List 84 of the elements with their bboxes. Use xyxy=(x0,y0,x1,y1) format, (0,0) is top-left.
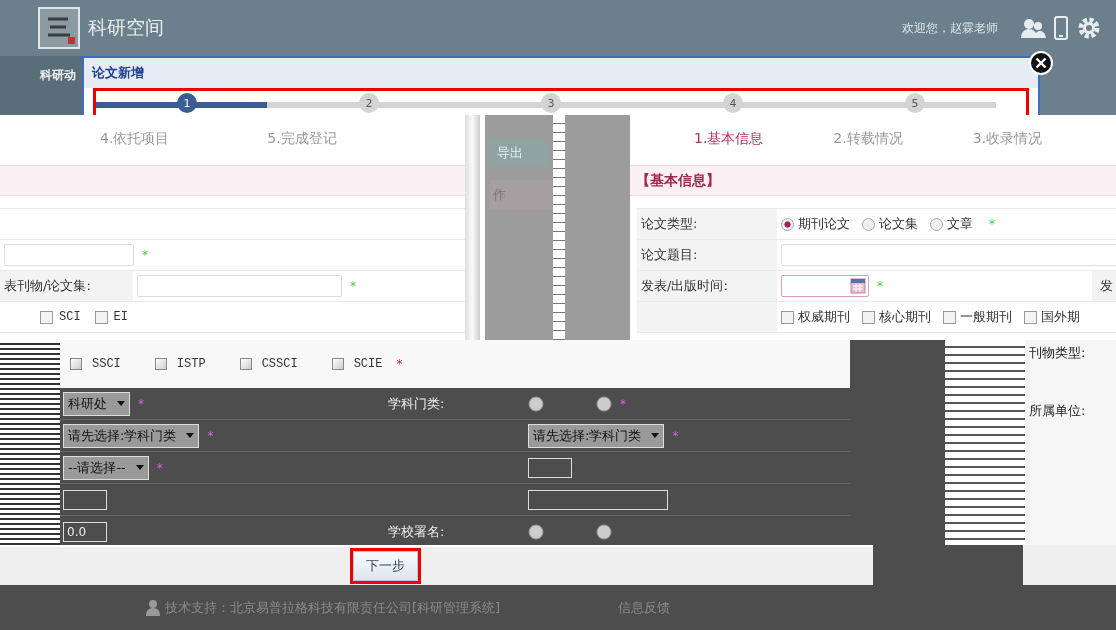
support-icon xyxy=(145,598,161,617)
field-label: 论文类型: xyxy=(637,209,777,239)
step-tab[interactable]: 2.转载情况 xyxy=(833,130,903,148)
required-mark: * xyxy=(396,357,403,371)
date-field[interactable] xyxy=(781,275,869,297)
checkbox[interactable] xyxy=(1024,310,1037,324)
field-label: 所属单位: xyxy=(1029,402,1087,420)
radio-label: 期刊论文 xyxy=(798,215,850,233)
field-label: 学校署名: xyxy=(388,522,445,541)
radio-icon[interactable] xyxy=(528,395,544,412)
checkbox-label: SCI xyxy=(59,310,81,324)
step-marker[interactable]: 2 xyxy=(359,93,379,113)
radio-label: 文章 xyxy=(947,215,973,233)
select-dropdown[interactable]: 科研处 xyxy=(63,391,130,416)
checkbox[interactable] xyxy=(94,310,108,324)
radio-icon[interactable] xyxy=(528,523,544,540)
app-title: 科研空间 xyxy=(88,15,164,40)
checkbox-label: CSSCI xyxy=(261,357,298,371)
field-label: 发表/出版时间: xyxy=(637,271,777,301)
users-icon[interactable] xyxy=(1020,17,1046,39)
step-tab[interactable]: 1.基本信息 xyxy=(694,130,764,148)
next-step-button[interactable]: 下一步 xyxy=(350,548,421,584)
settings-icon[interactable] xyxy=(1076,15,1102,41)
phone-icon[interactable] xyxy=(1054,16,1068,40)
text-field[interactable] xyxy=(137,275,342,297)
required-mark: * xyxy=(350,279,356,293)
checkbox[interactable] xyxy=(331,358,344,370)
radio-icon[interactable] xyxy=(596,395,612,412)
radio-label: 论文集 xyxy=(879,215,918,233)
checkbox-label: 国外期 xyxy=(1041,308,1080,326)
select-dropdown[interactable]: --请选择-- xyxy=(63,455,149,480)
required-mark: * xyxy=(138,396,144,411)
checkbox-label: SCIE xyxy=(353,357,383,371)
text-field[interactable] xyxy=(63,489,107,510)
checkbox-label: ISTP xyxy=(176,357,206,371)
radio-button[interactable] xyxy=(781,217,794,231)
required-mark: * xyxy=(672,428,679,443)
nav-item[interactable]: 科研动 xyxy=(40,67,76,84)
text-field[interactable] xyxy=(781,244,1116,266)
text-field[interactable]: 0.0 xyxy=(63,521,107,542)
field-label: 论文题目: xyxy=(637,240,777,270)
checkbox[interactable] xyxy=(862,310,875,324)
radio-icon[interactable] xyxy=(596,523,612,540)
checkbox-label: EI xyxy=(113,310,128,324)
section-title: 【基本信息】 xyxy=(636,171,720,190)
required-mark: * xyxy=(620,396,626,411)
logo-icon xyxy=(38,7,80,49)
checkbox[interactable] xyxy=(943,310,956,324)
select-dropdown[interactable]: 请先选择:学科门类 xyxy=(63,423,200,448)
checkbox[interactable] xyxy=(154,358,167,370)
welcome-text: 欢迎您，赵霖老师 xyxy=(902,19,998,37)
radio-button[interactable] xyxy=(930,217,943,231)
dialog-title: 论文新增 xyxy=(92,64,144,82)
step-tab[interactable]: 5.完成登记 xyxy=(267,130,337,148)
text-field[interactable] xyxy=(4,244,134,266)
field-label: 学科门类: xyxy=(388,394,445,413)
required-mark: * xyxy=(207,428,214,443)
step-tab[interactable]: 4.依托项目 xyxy=(100,130,170,148)
step-marker[interactable]: 5 xyxy=(905,93,925,113)
text-field[interactable] xyxy=(528,457,572,478)
radio-button[interactable] xyxy=(862,217,875,231)
checkbox[interactable] xyxy=(239,358,252,370)
checkbox-label: SSCI xyxy=(92,357,121,371)
step-marker[interactable]: 3 xyxy=(541,93,561,113)
field-label: 发 xyxy=(1092,271,1116,301)
checkbox[interactable] xyxy=(781,310,794,324)
checkbox-label: 一般期刊 xyxy=(960,308,1012,326)
required-mark: * xyxy=(877,279,883,293)
required-mark: * xyxy=(156,460,163,475)
text-field[interactable] xyxy=(528,489,668,510)
checkbox-label: 权威期刊 xyxy=(798,308,850,326)
step-marker[interactable]: 4 xyxy=(723,93,743,113)
field-label: 刊物类型: xyxy=(1029,344,1087,362)
required-mark: * xyxy=(142,248,148,262)
close-icon[interactable] xyxy=(1028,50,1054,76)
step-marker[interactable]: 1 xyxy=(177,93,197,113)
checkbox[interactable] xyxy=(40,310,53,324)
checkbox-label: 核心期刊 xyxy=(879,308,931,326)
checkbox[interactable] xyxy=(70,358,82,370)
step-tab[interactable]: 3.收录情况 xyxy=(972,130,1043,148)
field-label: 表刊物/论文集: xyxy=(0,271,133,301)
required-mark: * xyxy=(989,217,995,231)
select-dropdown[interactable]: 请先选择:学科门类 xyxy=(528,423,665,448)
calendar-icon xyxy=(850,278,866,294)
